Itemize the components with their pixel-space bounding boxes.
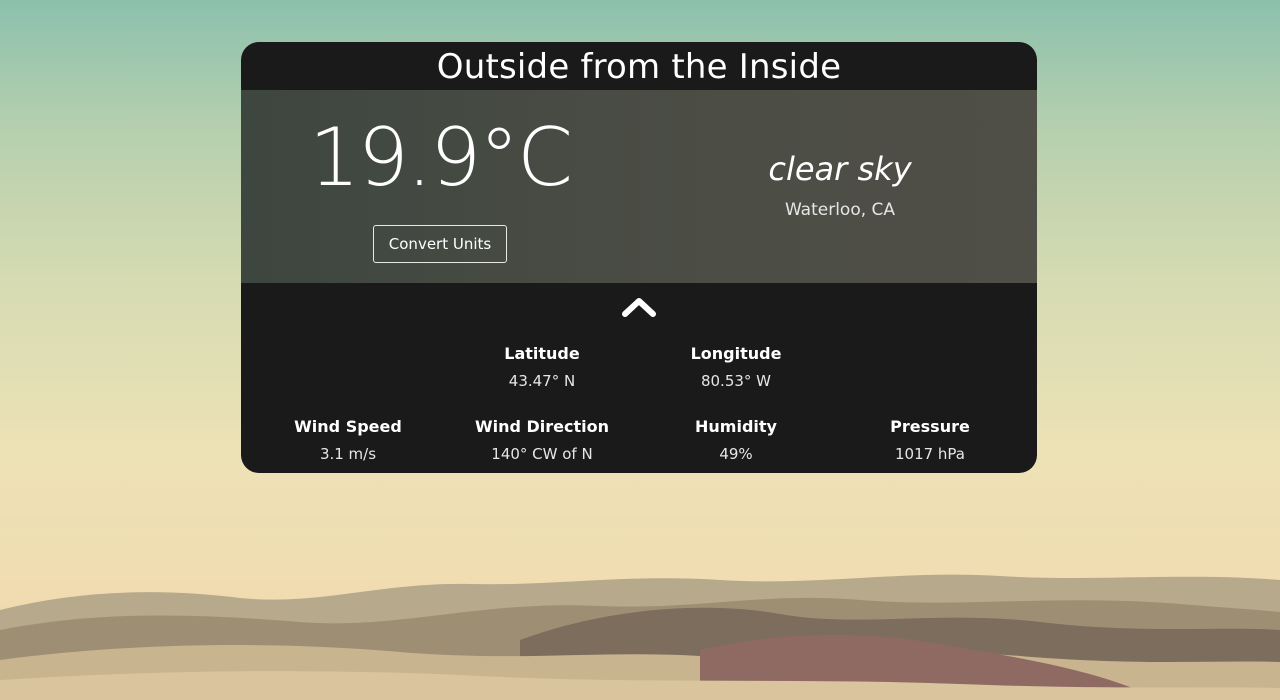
wind-direction-label: Wind Direction [474,417,610,436]
pressure-label: Pressure [890,417,970,436]
landscape-background [0,574,1280,700]
humidity-label: Humidity [695,417,777,436]
chevron-up-icon[interactable] [620,294,658,320]
humidity-stat: Humidity 49% [646,415,826,464]
weather-description: clear sky [768,150,912,188]
longitude-label: Longitude [690,344,782,363]
card-title: Outside from the Inside [436,47,842,87]
wind-direction-value: 140° CW of N [491,445,593,463]
wind-speed-stat: Wind Speed 3.1 m/s [258,415,438,464]
latitude-value: 43.47° N [508,372,576,390]
pressure-value: 1017 hPa [894,445,965,463]
location-label: Waterloo, CA [784,200,896,220]
temperature-readout: 19.9°C [309,111,573,204]
wind-speed-label: Wind Speed [294,417,402,436]
longitude-stat: Longitude 80.53° W [646,342,826,391]
pressure-stat: Pressure 1017 hPa [840,415,1020,464]
weather-card: Outside from the Inside 19.9°C Convert U… [241,42,1037,473]
longitude-value: 80.53° W [700,372,772,390]
current-conditions-panel: 19.9°C Convert Units clear sky Waterloo,… [241,90,1037,283]
wind-speed-value: 3.1 m/s [319,445,377,463]
wind-direction-stat: Wind Direction 140° CW of N [452,415,632,464]
humidity-value: 49% [719,445,753,463]
convert-units-button[interactable]: Convert Units [373,225,507,263]
latitude-stat: Latitude 43.47° N [452,342,632,391]
latitude-label: Latitude [504,344,580,363]
